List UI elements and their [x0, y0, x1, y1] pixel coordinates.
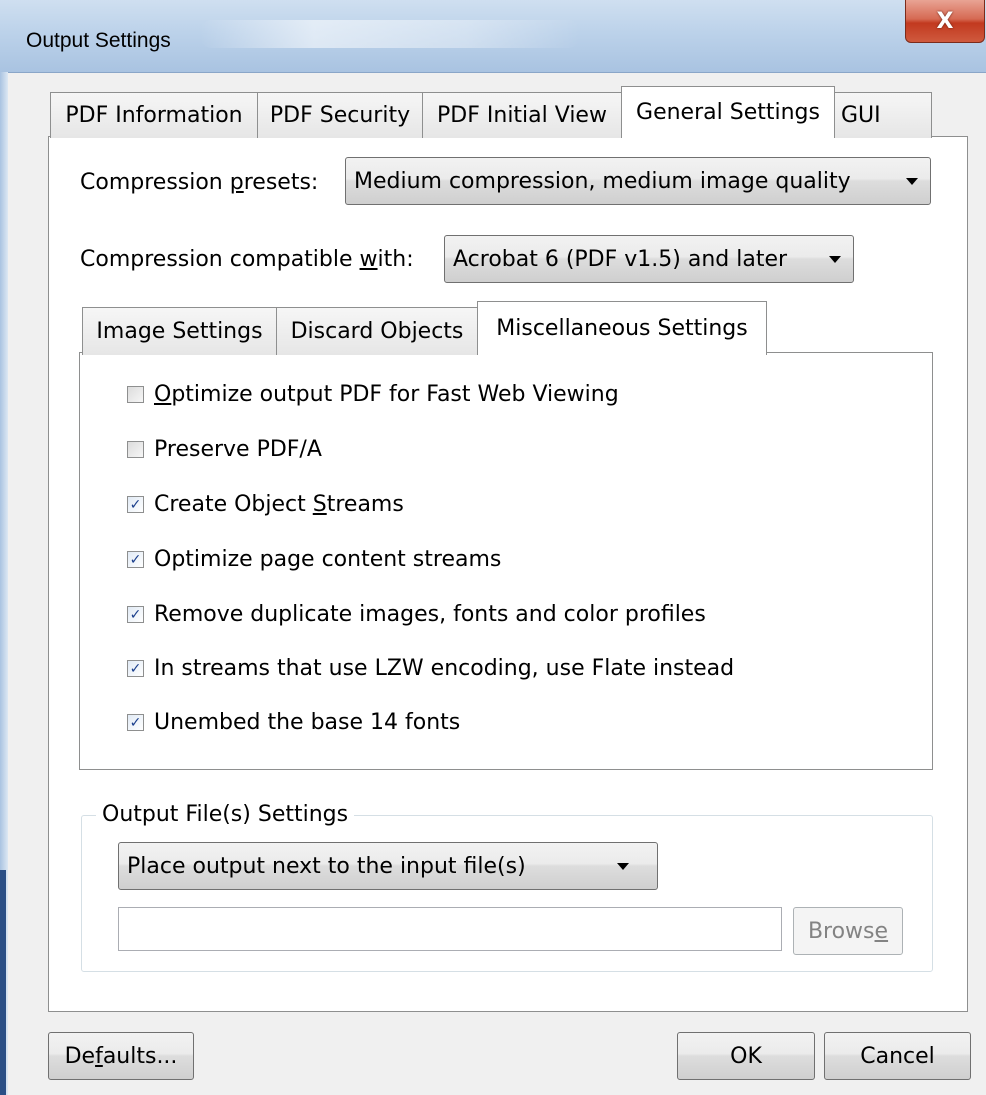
checkbox-label: Unembed the base 14 fonts: [154, 710, 461, 735]
checkbox-create-object-streams[interactable]: ✓ Create Object Streams: [127, 492, 404, 517]
checkbox-box[interactable]: ✓: [127, 496, 144, 513]
chevron-down-icon: [617, 863, 629, 870]
checkbox-label: Remove duplicate images, fonts and color…: [154, 602, 706, 627]
tab-pdf-information[interactable]: PDF Information: [50, 92, 258, 138]
defaults-button-label: Defaults...: [64, 1043, 178, 1069]
output-placement-value: Place output next to the input file(s): [127, 853, 526, 879]
compression-presets-label: Compression presets:: [80, 170, 319, 195]
checkbox-optimize-page-content[interactable]: ✓ Optimize page content streams: [127, 547, 501, 572]
checkbox-box[interactable]: [127, 386, 144, 403]
compression-compatible-value: Acrobat 6 (PDF v1.5) and later: [453, 246, 788, 272]
browse-button[interactable]: Browse: [793, 907, 903, 955]
ok-button[interactable]: OK: [677, 1032, 815, 1080]
tab-label: Image Settings: [96, 319, 263, 344]
compression-presets-value: Medium compression, medium image quality: [354, 168, 851, 194]
check-icon: ✓: [129, 660, 142, 677]
window-frame-shadow: [0, 870, 6, 1095]
tab-discard-objects[interactable]: Discard Objects: [276, 307, 478, 355]
output-path-field[interactable]: [118, 907, 782, 951]
checkbox-box[interactable]: ✓: [127, 606, 144, 623]
chevron-down-icon: [906, 178, 918, 185]
tab-gui[interactable]: GUI: [834, 92, 932, 138]
checkbox-box[interactable]: ✓: [127, 660, 144, 677]
check-icon: ✓: [129, 496, 142, 513]
checkbox-unembed-base-fonts[interactable]: ✓ Unembed the base 14 fonts: [127, 710, 460, 735]
check-icon: ✓: [129, 714, 142, 731]
compression-presets-dropdown[interactable]: Medium compression, medium image quality: [345, 157, 931, 205]
defaults-button[interactable]: Defaults...: [48, 1032, 194, 1080]
title-bar-blurred-text: [200, 20, 580, 48]
tab-miscellaneous-settings[interactable]: Miscellaneous Settings: [477, 301, 767, 355]
check-icon: ✓: [129, 606, 142, 623]
output-placement-dropdown[interactable]: Place output next to the input file(s): [118, 842, 658, 890]
checkbox-box[interactable]: [127, 441, 144, 458]
check-icon: ✓: [129, 551, 142, 568]
cancel-button[interactable]: Cancel: [824, 1032, 971, 1080]
checkbox-label: Create Object Streams: [154, 492, 404, 517]
compression-compatible-dropdown[interactable]: Acrobat 6 (PDF v1.5) and later: [444, 235, 854, 283]
close-icon: X: [936, 8, 954, 34]
title-bar[interactable]: Output Settings X: [0, 0, 986, 73]
tab-label: PDF Security: [269, 103, 411, 128]
tab-label: Discard Objects: [290, 319, 464, 344]
checkbox-label: Optimize output PDF for Fast Web Viewing: [154, 382, 619, 407]
tab-label: GUI: [841, 103, 881, 128]
ok-button-label: OK: [730, 1043, 762, 1069]
checkbox-remove-duplicates[interactable]: ✓ Remove duplicate images, fonts and col…: [127, 602, 706, 627]
tab-image-settings[interactable]: Image Settings: [82, 307, 277, 355]
checkbox-fast-web-view[interactable]: Optimize output PDF for Fast Web Viewing: [127, 382, 619, 407]
checkbox-lzw-to-flate[interactable]: ✓ In streams that use LZW encoding, use …: [127, 656, 734, 681]
checkbox-box[interactable]: ✓: [127, 551, 144, 568]
tab-general-settings[interactable]: General Settings: [621, 86, 835, 138]
browse-button-label: Browse: [807, 918, 889, 944]
checkbox-preserve-pdfa[interactable]: Preserve PDF/A: [127, 437, 322, 462]
checkbox-label: Optimize page content streams: [154, 547, 502, 572]
window-title: Output Settings: [26, 29, 171, 52]
tab-pdf-initial-view[interactable]: PDF Initial View: [422, 92, 622, 138]
tab-pdf-security[interactable]: PDF Security: [257, 92, 423, 138]
compression-compatible-label: Compression compatible with:: [80, 247, 414, 272]
tab-label: Miscellaneous Settings: [496, 316, 748, 341]
tab-label: General Settings: [636, 100, 820, 125]
checkbox-label: Preserve PDF/A: [154, 437, 322, 462]
close-button[interactable]: X: [905, 0, 985, 43]
checkbox-label: In streams that use LZW encoding, use Fl…: [154, 656, 735, 681]
cancel-button-label: Cancel: [860, 1043, 935, 1069]
checkbox-box[interactable]: ✓: [127, 714, 144, 731]
tab-label: PDF Information: [65, 103, 243, 128]
tab-label: PDF Initial View: [437, 103, 607, 128]
output-settings-group-label: Output File(s) Settings: [96, 802, 355, 827]
chevron-down-icon: [829, 256, 841, 263]
